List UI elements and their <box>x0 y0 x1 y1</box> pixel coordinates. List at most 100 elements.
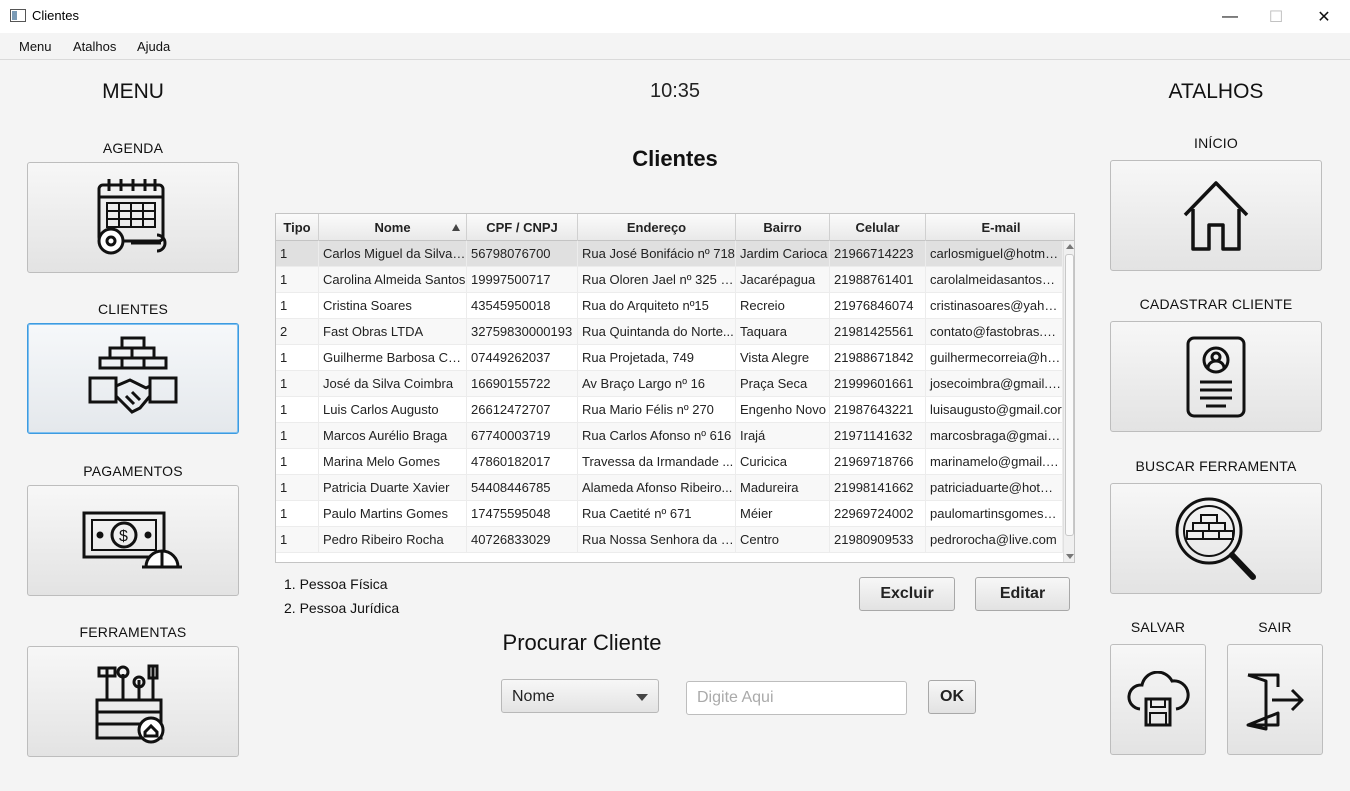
cell-celular: 21981425561 <box>830 319 926 345</box>
cell-bairro: Jardim Carioca <box>736 241 830 267</box>
id-card-icon <box>1186 336 1246 417</box>
cell-endereco: Alameda Afonso Ribeiro... <box>578 475 736 501</box>
menu-item-menu[interactable]: Menu <box>19 39 52 54</box>
cell-tipo: 1 <box>276 241 319 267</box>
cell-bairro: Madureira <box>736 475 830 501</box>
scroll-up-icon[interactable] <box>1066 244 1074 249</box>
cell-email: carolalmeidasantos@h... <box>926 267 1063 293</box>
buscar-ferramenta-button[interactable] <box>1110 483 1322 594</box>
cell-celular: 21966714223 <box>830 241 926 267</box>
cell-cpf: 67740003719 <box>467 423 578 449</box>
scroll-down-icon[interactable] <box>1066 554 1074 559</box>
cell-endereco: Rua José Bonifácio nº 718 <box>578 241 736 267</box>
table-row[interactable]: 1 Carlos Miguel da Silva ... 56798076700 Ru… <box>276 241 1063 267</box>
inicio-label: INÍCIO <box>1194 135 1238 151</box>
legend-pessoa-juridica: 2. Pessoa Jurídica <box>284 600 400 616</box>
table-row[interactable]: 1 Luis Carlos Augusto 26612472707 Rua Mario… <box>276 397 1063 423</box>
edit-button[interactable]: Editar <box>975 577 1070 611</box>
column-header-bairro[interactable]: Bairro <box>736 214 830 241</box>
delete-button[interactable]: Excluir <box>859 577 955 611</box>
cell-bairro: Taquara <box>736 319 830 345</box>
clientes-label: CLIENTES <box>97 301 169 317</box>
cell-email: contato@fastobras.co... <box>926 319 1063 345</box>
cell-nome: Carolina Almeida Santos <box>319 267 467 293</box>
cell-tipo: 1 <box>276 345 319 371</box>
cell-nome: Guilherme Barbosa Co... <box>319 345 467 371</box>
cell-tipo: 1 <box>276 371 319 397</box>
cell-endereco: Travessa da Irmandade ... <box>578 449 736 475</box>
column-header-email[interactable]: E-mail <box>926 214 1074 241</box>
search-field-select[interactable]: Nome <box>501 679 659 713</box>
cadastrar-cliente-label: CADASTRAR CLIENTE <box>1139 296 1293 312</box>
cell-bairro: Jacarépagua <box>736 267 830 293</box>
money-helmet-icon: $ <box>82 511 182 568</box>
cell-bairro: Irajá <box>736 423 830 449</box>
cell-celular: 21988761401 <box>830 267 926 293</box>
cell-email: pedrorocha@live.com <box>926 527 1063 553</box>
table-row[interactable]: 1 Marina Melo Gomes 47860182017 Travessa da… <box>276 449 1063 475</box>
search-input[interactable] <box>686 681 907 715</box>
buscar-ferramenta-label: BUSCAR FERRAMENTA <box>1135 458 1297 474</box>
close-icon[interactable]: ✕ <box>1301 0 1347 33</box>
cell-cpf: 19997500717 <box>467 267 578 293</box>
column-header-nome-label: Nome <box>374 220 411 235</box>
table-row[interactable]: 1 Pedro Ribeiro Rocha 40726833029 Rua Nossa… <box>276 527 1063 553</box>
legend-pessoa-fisica: 1. Pessoa Física <box>284 576 388 592</box>
table-row[interactable]: 1 Guilherme Barbosa Co... 07449262037 Rua P… <box>276 345 1063 371</box>
cell-nome: Fast Obras LTDA <box>319 319 467 345</box>
column-header-nome[interactable]: Nome <box>319 214 467 241</box>
ferramentas-button[interactable] <box>27 646 239 757</box>
pagamentos-button[interactable]: $ <box>27 485 239 596</box>
cell-cpf: 07449262037 <box>467 345 578 371</box>
column-header-celular[interactable]: Celular <box>830 214 926 241</box>
cell-nome: Marcos Aurélio Braga <box>319 423 467 449</box>
table-scrollbar[interactable] <box>1063 241 1074 562</box>
cell-email: josecoimbra@gmail.co... <box>926 371 1063 397</box>
cell-email: marinamelo@gmail.co... <box>926 449 1063 475</box>
column-header-tipo[interactable]: Tipo <box>276 214 319 241</box>
table-row[interactable]: 1 Carolina Almeida Santos 19997500717 Rua O… <box>276 267 1063 293</box>
table-row[interactable]: 1 Marcos Aurélio Braga 67740003719 Rua Carl… <box>276 423 1063 449</box>
table-row[interactable]: 1 Paulo Martins Gomes 17475595048 Rua Caeti… <box>276 501 1063 527</box>
cell-endereco: Rua Carlos Afonso nº 616 <box>578 423 736 449</box>
column-header-endereco[interactable]: Endereço <box>578 214 736 241</box>
agenda-label: AGENDA <box>102 140 164 156</box>
window-title: Clientes <box>32 8 79 23</box>
column-header-cpf[interactable]: CPF / CNPJ <box>467 214 578 241</box>
search-ok-button[interactable]: OK <box>928 680 976 714</box>
exit-door-icon <box>1246 673 1304 730</box>
cell-tipo: 1 <box>276 293 319 319</box>
table-row[interactable]: 1 José da Silva Coimbra 16690155722 Av Braç… <box>276 371 1063 397</box>
cell-celular: 21969718766 <box>830 449 926 475</box>
inicio-button[interactable] <box>1110 160 1322 271</box>
cell-nome: Carlos Miguel da Silva ... <box>319 241 467 267</box>
cell-bairro: Engenho Novo <box>736 397 830 423</box>
clients-table[interactable]: Tipo Nome CPF / CNPJ Endereço Bairro Cel… <box>275 213 1075 563</box>
cell-bairro: Recreio <box>736 293 830 319</box>
handshake-bricks-icon <box>88 336 178 414</box>
sair-button[interactable] <box>1227 644 1323 755</box>
table-row[interactable]: 1 Cristina Soares 43545950018 Rua do Arquit… <box>276 293 1063 319</box>
clientes-button[interactable] <box>27 323 239 434</box>
table-row[interactable]: 1 Patricia Duarte Xavier 54408446785 Alamed… <box>276 475 1063 501</box>
table-row[interactable]: 2 Fast Obras LTDA 32759830000193 Rua Quinta… <box>276 319 1063 345</box>
minimize-icon[interactable]: — <box>1207 0 1253 33</box>
scrollbar-thumb[interactable] <box>1065 254 1074 536</box>
cell-nome: Pedro Ribeiro Rocha <box>319 527 467 553</box>
menu-item-ajuda[interactable]: Ajuda <box>137 39 170 54</box>
salvar-button[interactable] <box>1110 644 1206 755</box>
cell-celular: 22969724002 <box>830 501 926 527</box>
agenda-button[interactable] <box>27 162 239 273</box>
cadastrar-cliente-button[interactable] <box>1110 321 1322 432</box>
cell-celular: 21999601661 <box>830 371 926 397</box>
table-header: Tipo Nome CPF / CNPJ Endereço Bairro Cel… <box>276 214 1074 241</box>
cell-bairro: Praça Seca <box>736 371 830 397</box>
menu-item-atalhos[interactable]: Atalhos <box>73 39 116 54</box>
cell-cpf: 40726833029 <box>467 527 578 553</box>
page-title: Clientes <box>632 146 718 171</box>
maximize-icon[interactable]: ☐ <box>1253 0 1299 33</box>
cloud-save-icon <box>1127 670 1190 726</box>
ferramentas-label: FERRAMENTAS <box>79 624 187 640</box>
salvar-label: SALVAR <box>1130 619 1186 635</box>
cell-endereco: Rua Quintanda do Norte... <box>578 319 736 345</box>
